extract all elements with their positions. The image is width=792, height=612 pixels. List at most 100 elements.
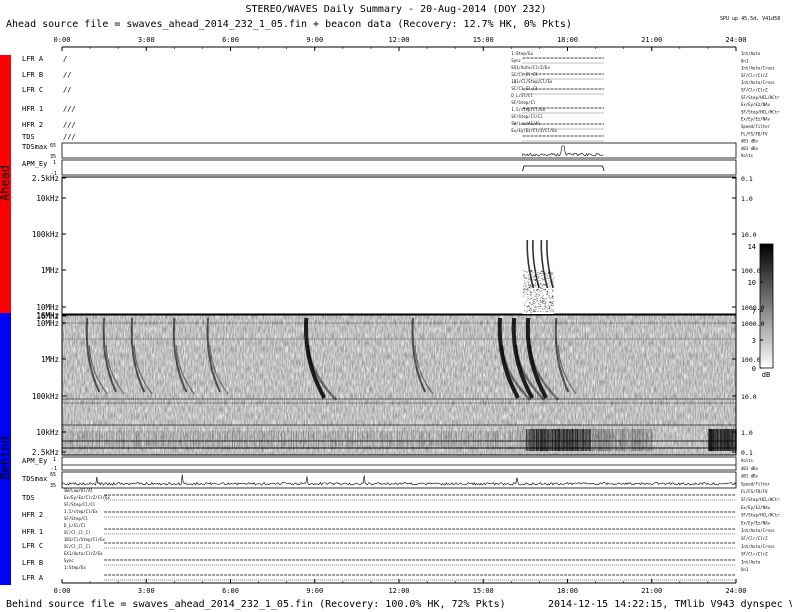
behind-lowfreq-column	[301, 431, 302, 449]
behind-lowfreq-column	[67, 431, 68, 449]
behind-lowfreq-column	[736, 429, 737, 451]
ahead-noise-dot	[548, 292, 549, 293]
ahead-noise-dot	[542, 303, 543, 304]
behind-right-note-13: Int/Auto	[741, 559, 761, 564]
ahead-noise-dot	[549, 302, 550, 303]
ahead-noise-dot	[529, 277, 530, 278]
ahead-noise-dot	[532, 304, 533, 305]
behind-lowfreq-column	[375, 431, 376, 449]
ahead-noise-dot	[532, 270, 533, 271]
behind-lowfreq-column	[407, 431, 408, 449]
ahead-noise-dot	[527, 290, 528, 291]
bottom-tick-label-5: 15:00	[473, 587, 494, 595]
behind-lowfreq-column	[72, 431, 73, 449]
behind-lowfreq-column	[340, 431, 341, 449]
behind-apm-label: APM_Ey	[22, 457, 47, 465]
ahead-noise-dot	[524, 283, 525, 284]
ahead-noise-dot	[553, 301, 554, 302]
behind-lowfreq-column	[180, 431, 181, 449]
ahead-noise-dot	[533, 311, 534, 312]
ahead-right-note-10: Speed/Filter	[741, 124, 770, 129]
behind-lowfreq-column	[225, 431, 226, 449]
behind-lowfreq-column	[428, 431, 429, 449]
behind-lowfreq-column	[232, 431, 233, 449]
ahead-noise-dot	[544, 300, 545, 301]
ahead-noise-dot	[542, 280, 543, 281]
behind-lowfreq-column	[229, 431, 230, 449]
ahead-noise-dot	[526, 293, 527, 294]
ahead-noise-dot	[534, 290, 535, 291]
behind-lowfreq-column	[384, 431, 385, 449]
ahead-noise-dot	[524, 310, 525, 311]
ahead-noise-dot	[547, 273, 548, 274]
behind-lowfreq-column	[458, 431, 459, 449]
behind-lowfreq-column	[91, 431, 92, 449]
ahead-right-scale-1: 1.0	[741, 195, 753, 203]
ahead-noise-dot	[531, 294, 532, 295]
behind-lowfreq-column	[386, 431, 387, 449]
behind-mode-note-0: SW/Low/Al/Al	[64, 488, 93, 493]
ahead-noise-dot	[534, 299, 535, 300]
ahead-noise-dot	[534, 302, 535, 303]
behind-lowfreq-column	[247, 431, 248, 449]
behind-lowfreq-column	[488, 431, 489, 449]
ahead-noise-dot	[551, 301, 552, 302]
behind-right-note-10: SF/Clr/ClrZ	[741, 536, 768, 541]
ahead-right-note-3: SF/Clr/ClrZ	[741, 73, 768, 78]
ahead-noise-dot	[549, 282, 550, 283]
behind-lowfreq-column	[418, 431, 419, 449]
ahead-noise-dot	[543, 302, 544, 303]
ahead-noise-dot	[540, 280, 541, 281]
behind-lowfreq-column	[291, 431, 292, 449]
ahead-noise-dot	[535, 303, 536, 304]
behind-lowfreq-column	[193, 431, 194, 449]
ahead-noise-dot	[551, 273, 552, 274]
ahead-noise-dot	[546, 291, 547, 292]
ahead-noise-dot	[550, 305, 551, 306]
ahead-noise-dot	[535, 279, 536, 280]
ahead-noise-dot	[535, 310, 536, 311]
ahead-noise-dot	[523, 304, 524, 305]
ahead-noise-dot	[535, 295, 536, 296]
behind-band-1	[62, 338, 736, 340]
behind-lowfreq-column	[119, 431, 120, 449]
ahead-mode-note-7: SF/Step/Cl	[511, 100, 536, 105]
ahead-noise-dot	[541, 275, 542, 276]
ahead-spectrogram-frame	[62, 177, 736, 314]
ahead-mode-note-10: SW/Low/Al/Al	[511, 121, 540, 126]
behind-lowfreq-column	[495, 431, 496, 449]
ahead-noise-dot	[545, 305, 546, 306]
ahead-side-label: Ahead	[0, 165, 12, 201]
behind-lowfreq-column	[470, 431, 471, 449]
behind-right-note-4: FL/FS/FD/FV	[741, 489, 768, 494]
ahead-noise-dot	[536, 294, 537, 295]
ahead-noise-dot	[553, 285, 554, 286]
ahead-noise-dot	[526, 307, 527, 308]
behind-row-label-4: LFR B	[22, 559, 43, 567]
behind-lowfreq-column	[89, 431, 90, 449]
behind-lowfreq-column	[451, 431, 452, 449]
behind-lowfreq-column	[438, 431, 439, 449]
behind-lowfreq-column	[182, 431, 183, 449]
ahead-row-marks-0: /	[63, 55, 67, 63]
behind-lowfreq-column	[288, 431, 289, 449]
behind-lowfreq-column	[584, 429, 585, 451]
ahead-noise-dot	[537, 300, 538, 301]
ahead-noise-dot	[538, 278, 539, 279]
ahead-noise-dot	[550, 284, 551, 285]
ahead-noise-dot	[546, 312, 547, 313]
behind-lowfreq-column	[150, 431, 151, 449]
behind-lowfreq-column	[401, 431, 402, 449]
behind-lowfreq-column	[473, 431, 474, 449]
bottom-tick-label-8: 24:00	[725, 587, 746, 595]
ahead-noise-dot	[533, 277, 534, 278]
behind-lowfreq-column	[404, 431, 405, 449]
behind-lowfreq-column	[372, 431, 373, 449]
behind-lowfreq-column	[101, 431, 102, 449]
ahead-noise-dot	[537, 290, 538, 291]
ahead-noise-dot	[553, 311, 554, 312]
ahead-noise-dot	[544, 290, 545, 291]
behind-lowfreq-column	[719, 429, 720, 451]
behind-lowfreq-column	[456, 431, 457, 449]
behind-lowfreq-column	[143, 431, 144, 449]
